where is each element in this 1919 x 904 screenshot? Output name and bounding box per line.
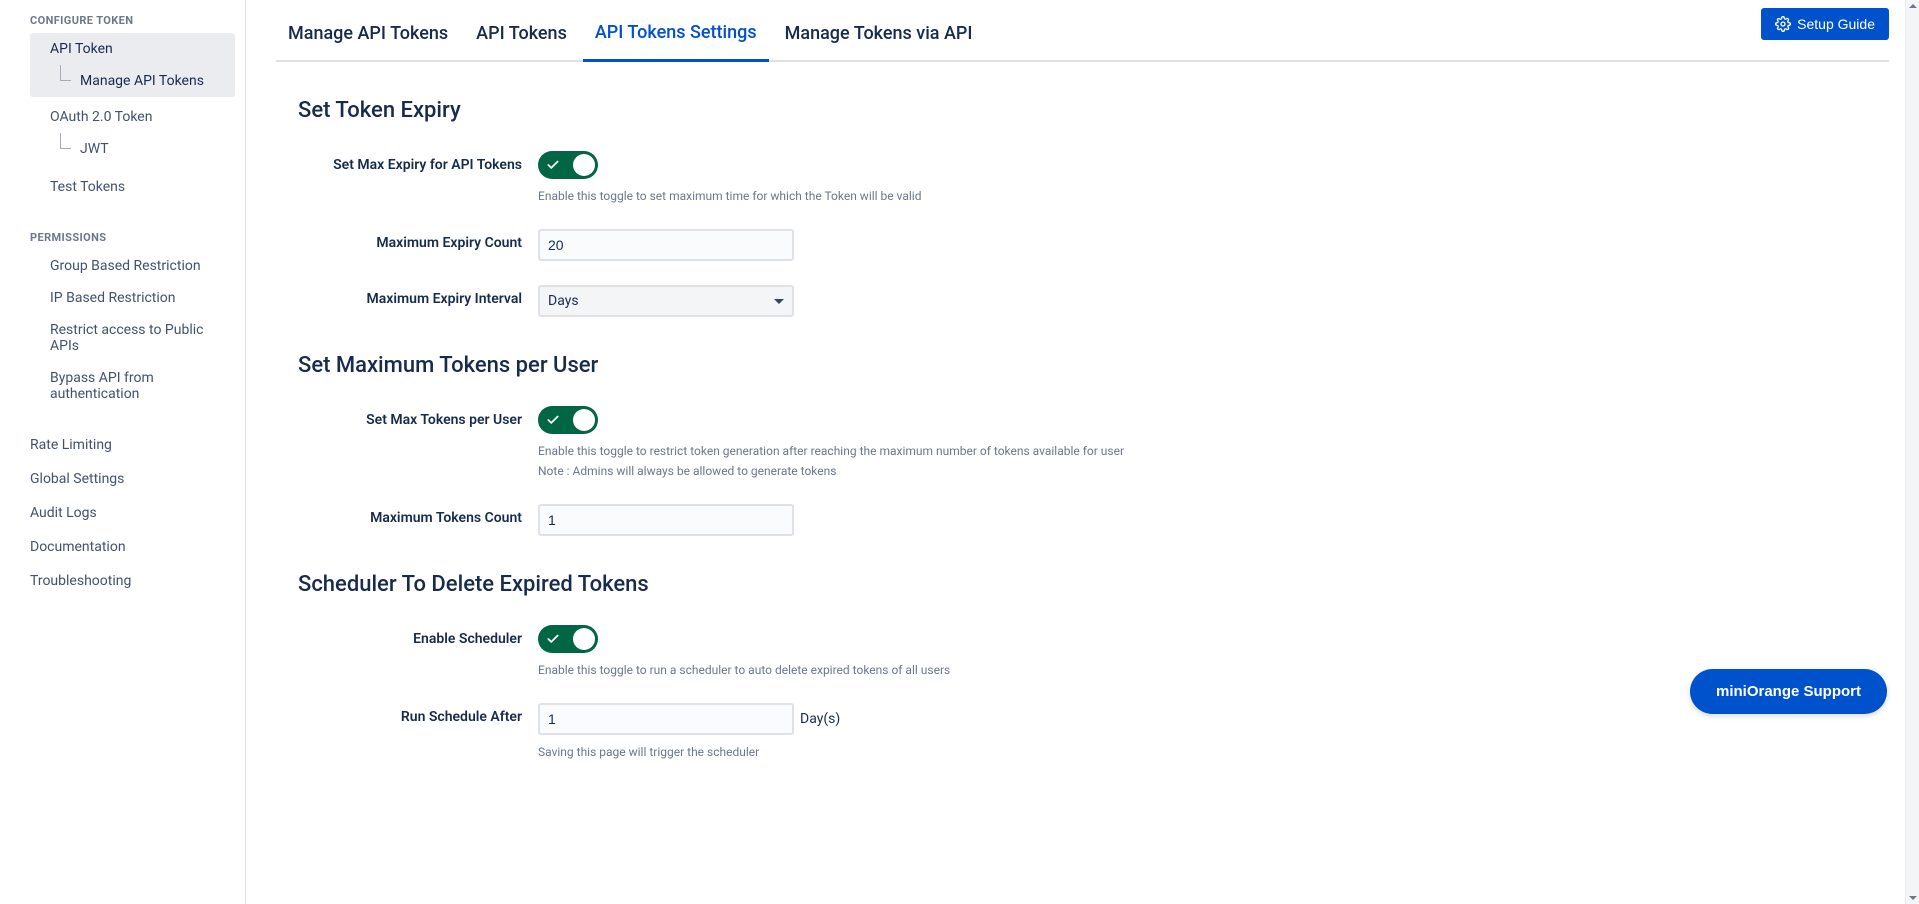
sidebar-item-restrict-public[interactable]: Restrict access to Public APIs xyxy=(0,314,245,362)
support-button[interactable]: miniOrange Support xyxy=(1690,669,1887,714)
section-token-expiry: Set Token Expiry Set Max Expiry for API … xyxy=(276,98,1889,317)
heading-max-tokens: Set Maximum Tokens per User xyxy=(298,353,1889,378)
label-expiry-count: Maximum Expiry Count xyxy=(298,229,538,251)
sidebar-section-configure-token: CONFIGURE TOKEN xyxy=(0,8,245,33)
toggle-max-tokens[interactable] xyxy=(538,406,598,434)
toggle-max-expiry[interactable] xyxy=(538,151,598,179)
sidebar-section-permissions: PERMISSIONS xyxy=(0,225,245,250)
check-icon xyxy=(546,413,560,427)
heading-token-expiry: Set Token Expiry xyxy=(298,98,1889,123)
label-scheduler-toggle: Enable Scheduler xyxy=(298,625,538,647)
sidebar-item-group-based[interactable]: Group Based Restriction xyxy=(0,250,245,282)
input-run-schedule[interactable] xyxy=(538,703,794,735)
input-max-tokens-count[interactable] xyxy=(538,504,794,536)
tab-manage-tokens-via-api[interactable]: Manage Tokens via API xyxy=(773,13,985,60)
heading-scheduler: Scheduler To Delete Expired Tokens xyxy=(298,572,1889,597)
help-max-expiry: Enable this toggle to set maximum time f… xyxy=(538,187,921,205)
chevron-down-icon xyxy=(774,299,784,304)
scrollbar[interactable] xyxy=(1905,0,1919,904)
sidebar-item-manage-api-tokens[interactable]: Manage API Tokens xyxy=(30,65,235,97)
section-scheduler: Scheduler To Delete Expired Tokens Enabl… xyxy=(276,572,1889,761)
scroll-up-icon xyxy=(1909,4,1917,8)
sidebar-item-api-token-group: API Token Manage API Tokens xyxy=(30,33,235,97)
toggle-knob xyxy=(573,154,595,176)
sidebar-item-bypass-api[interactable]: Bypass API from authentication xyxy=(0,362,245,410)
help-scheduler: Enable this toggle to run a scheduler to… xyxy=(538,661,950,679)
tab-api-tokens[interactable]: API Tokens xyxy=(464,13,579,60)
setup-guide-button[interactable]: Setup Guide xyxy=(1761,8,1889,40)
toggle-scheduler[interactable] xyxy=(538,625,598,653)
sidebar-item-audit-logs[interactable]: Audit Logs xyxy=(0,496,245,530)
sidebar-item-test-tokens[interactable]: Test Tokens xyxy=(0,171,245,203)
unit-days: Day(s) xyxy=(800,711,840,727)
scroll-down-icon xyxy=(1909,896,1917,900)
sidebar-item-troubleshooting[interactable]: Troubleshooting xyxy=(0,564,245,598)
tab-api-tokens-settings[interactable]: API Tokens Settings xyxy=(583,12,769,62)
help-max-tokens-2: Note : Admins will always be allowed to … xyxy=(538,462,1124,480)
label-max-expiry-toggle: Set Max Expiry for API Tokens xyxy=(298,151,538,173)
sidebar-item-rate-limiting[interactable]: Rate Limiting xyxy=(0,428,245,462)
label-expiry-interval: Maximum Expiry Interval xyxy=(298,285,538,307)
input-expiry-count[interactable] xyxy=(538,229,794,261)
sidebar-item-jwt[interactable]: JWT xyxy=(0,133,245,165)
select-expiry-interval[interactable]: Days xyxy=(538,285,794,317)
sidebar-item-api-token[interactable]: API Token xyxy=(30,33,235,65)
check-icon xyxy=(546,632,560,646)
label-max-tokens-toggle: Set Max Tokens per User xyxy=(298,406,538,428)
main-content: Manage API Tokens API Tokens API Tokens … xyxy=(246,0,1919,904)
sidebar-item-global-settings[interactable]: Global Settings xyxy=(0,462,245,496)
check-icon xyxy=(546,158,560,172)
toggle-knob xyxy=(573,628,595,650)
sidebar: CONFIGURE TOKEN API Token Manage API Tok… xyxy=(0,0,246,904)
toggle-knob xyxy=(573,409,595,431)
sidebar-item-documentation[interactable]: Documentation xyxy=(0,530,245,564)
label-run-schedule: Run Schedule After xyxy=(298,703,538,725)
gear-icon xyxy=(1775,16,1791,32)
help-save-trigger: Saving this page will trigger the schedu… xyxy=(538,743,1061,761)
setup-guide-label: Setup Guide xyxy=(1797,16,1875,32)
select-expiry-interval-value: Days xyxy=(548,293,579,309)
tab-manage-api-tokens[interactable]: Manage API Tokens xyxy=(276,13,460,60)
help-max-tokens-1: Enable this toggle to restrict token gen… xyxy=(538,442,1124,460)
label-max-tokens-count: Maximum Tokens Count xyxy=(298,504,538,526)
tabs: Manage API Tokens API Tokens API Tokens … xyxy=(276,12,1889,62)
section-max-tokens: Set Maximum Tokens per User Set Max Toke… xyxy=(276,353,1889,536)
sidebar-item-oauth-token[interactable]: OAuth 2.0 Token xyxy=(0,101,245,133)
sidebar-item-ip-based[interactable]: IP Based Restriction xyxy=(0,282,245,314)
